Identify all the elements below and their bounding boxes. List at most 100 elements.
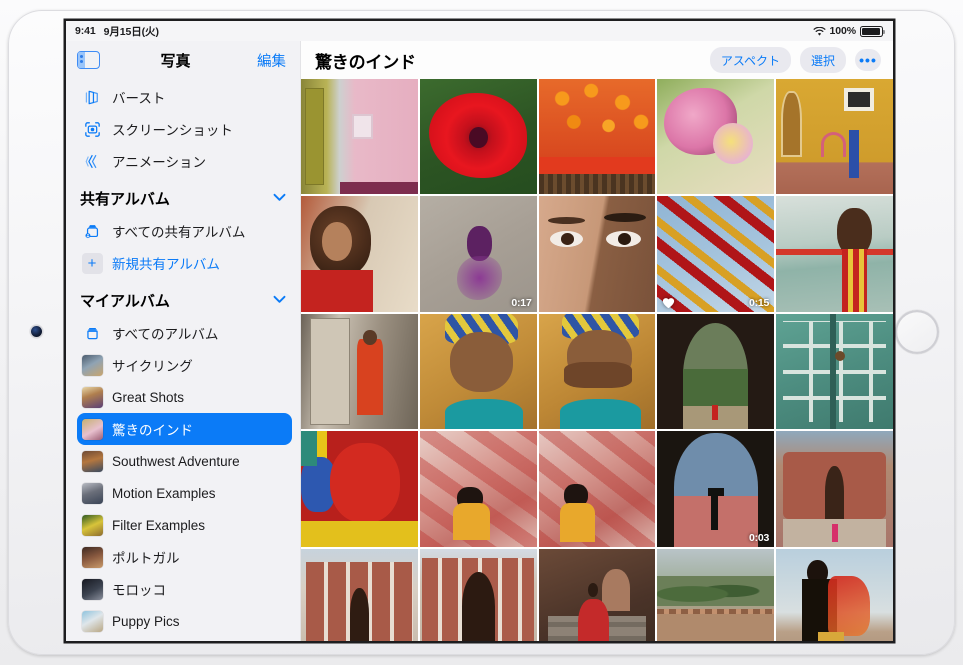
sidebar-item-すべての共有アルバム[interactable]: すべての共有アルバム	[66, 215, 300, 247]
photo-thumbnail	[301, 196, 418, 311]
sidebar-item-southwest-adventure[interactable]: Southwest Adventure	[66, 445, 300, 477]
album-cover-image	[82, 419, 103, 440]
photo-cell[interactable]	[776, 79, 893, 194]
photo-cell[interactable]	[657, 79, 774, 194]
status-date: 9月15日(火)	[104, 24, 159, 39]
sidebar-item-motion-examples[interactable]: Motion Examples	[66, 477, 300, 509]
main-content: バースト スクリーンショット アニメーション共有アルバム すべての共有アルバム+…	[66, 79, 893, 641]
photo-cell[interactable]	[301, 79, 418, 194]
album-cover-image	[82, 355, 103, 376]
album-thumbnail	[80, 355, 104, 376]
sidebar-item-label: Motion Examples	[112, 486, 216, 501]
sidebar-item-バースト[interactable]: バースト	[66, 81, 300, 113]
photo-thumbnail	[776, 314, 893, 429]
photo-thumbnail	[776, 431, 893, 546]
album-thumbnail	[80, 483, 104, 504]
photo-cell[interactable]	[776, 196, 893, 311]
status-bar-left: 9:41 9月15日(火)	[75, 24, 159, 39]
shared-album-icon	[80, 222, 104, 241]
chevron-down-icon[interactable]	[273, 193, 286, 205]
sidebar-item-新規共有アルバム[interactable]: + 新規共有アルバム	[66, 247, 300, 279]
photo-cell[interactable]	[657, 549, 774, 641]
album-thumbnail	[80, 611, 104, 632]
sidebar-item-アニメーション[interactable]: アニメーション	[66, 145, 300, 177]
photo-cell[interactable]	[420, 314, 537, 429]
album-cover-image	[82, 387, 103, 408]
chevron-down-icon[interactable]	[273, 295, 286, 307]
sidebar-navigation-bar: 写真 編集	[66, 41, 300, 79]
sidebar-item-label: Puppy Pics	[112, 614, 180, 629]
photo-thumbnail	[420, 549, 537, 641]
aspect-button[interactable]: アスペクト	[710, 47, 791, 73]
photo-cell[interactable]: 0:03	[657, 431, 774, 546]
photo-cell[interactable]	[776, 431, 893, 546]
photo-cell[interactable]	[301, 549, 418, 641]
home-button[interactable]	[895, 310, 939, 354]
photo-cell[interactable]: 0:15	[657, 196, 774, 311]
photo-cell[interactable]: 0:17	[420, 196, 537, 311]
screen: 9:41 9月15日(火) 100% 写真 編集 驚きのインド アスペク	[66, 21, 893, 641]
photo-cell[interactable]	[539, 79, 656, 194]
sidebar-item-サイクリング[interactable]: サイクリング	[66, 349, 300, 381]
sidebar-item-filter-examples[interactable]: Filter Examples	[66, 509, 300, 541]
section-header-label: マイアルバム	[80, 290, 170, 311]
album-cover-image	[82, 483, 103, 504]
nav-actions: アスペクト 選択 •••	[710, 47, 881, 73]
photo-cell[interactable]	[420, 431, 537, 546]
photo-cell[interactable]	[776, 549, 893, 641]
sidebar-item-great-shots[interactable]: Great Shots	[66, 381, 300, 413]
album-thumbnail	[80, 547, 104, 568]
photo-cell[interactable]	[420, 79, 537, 194]
photo-cell[interactable]	[301, 431, 418, 546]
favorite-heart-icon	[662, 296, 675, 308]
photo-cell[interactable]	[301, 196, 418, 311]
album-cover-image	[82, 547, 103, 568]
battery-percent-label: 100%	[830, 25, 856, 37]
ipad-device: 9:41 9月15日(火) 100% 写真 編集 驚きのインド アスペク	[0, 0, 963, 665]
select-button[interactable]: 選択	[800, 47, 846, 73]
photo-cell[interactable]	[539, 196, 656, 311]
front-camera-icon	[31, 326, 42, 337]
photo-cell[interactable]	[539, 314, 656, 429]
animation-icon	[80, 152, 104, 171]
sidebar-item-スクリーンショット[interactable]: スクリーンショット	[66, 113, 300, 145]
photo-cell[interactable]	[301, 314, 418, 429]
album-cover-image	[82, 451, 103, 472]
video-duration-badge: 0:17	[511, 297, 531, 309]
photo-thumbnail	[776, 549, 893, 641]
sidebar-item-label: モロッコ	[112, 579, 166, 599]
sidebar-section-shared-albums[interactable]: 共有アルバム	[66, 182, 300, 215]
plus-glyph: +	[82, 253, 103, 274]
sidebar-item-驚きのインド[interactable]: 驚きのインド	[77, 413, 292, 445]
edit-button[interactable]: 編集	[257, 50, 286, 71]
photo-thumbnail	[776, 196, 893, 311]
sidebar-item-label: 驚きのインド	[112, 419, 193, 439]
photo-cell[interactable]	[420, 549, 537, 641]
album-thumbnail	[80, 579, 104, 600]
sidebar-item-ポルトガル[interactable]: ポルトガル	[66, 541, 300, 573]
sidebar-toggle-icon[interactable]	[77, 51, 100, 69]
video-duration-badge: 0:03	[749, 532, 769, 544]
sidebar-item-モロッコ[interactable]: モロッコ	[66, 573, 300, 605]
photo-thumbnail	[420, 314, 537, 429]
photo-cell[interactable]	[539, 431, 656, 546]
album-thumbnail	[80, 419, 104, 440]
photo-cell[interactable]	[776, 314, 893, 429]
status-bar: 9:41 9月15日(火) 100%	[66, 21, 893, 41]
section-header-label: 共有アルバム	[80, 188, 170, 209]
photo-cell[interactable]	[539, 549, 656, 641]
sidebar-item-label: Filter Examples	[112, 518, 205, 533]
page-title: 写真	[94, 50, 257, 71]
album-thumbnail	[80, 387, 104, 408]
ellipsis-icon[interactable]: •••	[855, 49, 881, 71]
photo-thumbnail	[420, 196, 537, 311]
photo-thumbnail	[776, 79, 893, 194]
sidebar-item-すべてのアルバム[interactable]: すべてのアルバム	[66, 317, 300, 349]
photo-thumbnail	[301, 314, 418, 429]
screenshot-icon	[80, 120, 104, 139]
sidebar-item-puppy-pics[interactable]: Puppy Pics	[66, 605, 300, 637]
navigation-bar: 写真 編集 驚きのインド アスペクト 選択 •••	[66, 41, 893, 79]
sidebar-section-my-albums[interactable]: マイアルバム	[66, 284, 300, 317]
sidebar-item-label: 新規共有アルバム	[112, 253, 220, 273]
photo-cell[interactable]	[657, 314, 774, 429]
